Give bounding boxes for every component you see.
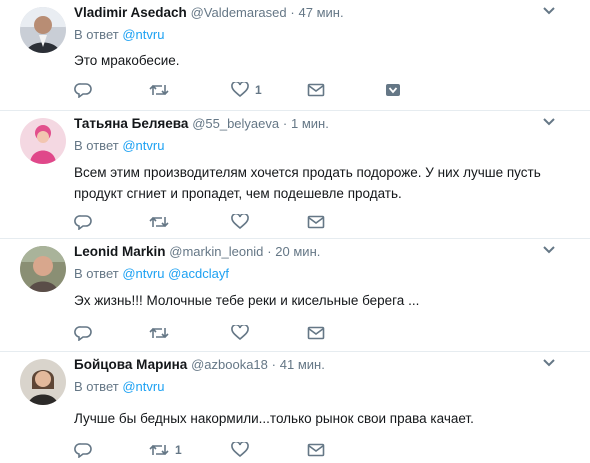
display-name[interactable]: Leonid Markin xyxy=(74,244,166,259)
user-handle[interactable]: @markin_leonid xyxy=(169,244,263,259)
reply-context: В ответ @ntvru xyxy=(74,138,164,153)
chevron-down-icon[interactable] xyxy=(542,245,556,255)
retweet-button[interactable] xyxy=(149,80,175,100)
mention-link[interactable]: @ntvru xyxy=(122,27,164,42)
down-arrow-box-icon xyxy=(386,84,400,96)
chevron-down-icon[interactable] xyxy=(542,358,556,368)
user-handle[interactable]: @Valdemarased xyxy=(191,5,287,20)
retweet-icon xyxy=(149,84,169,96)
tweet[interactable]: Бойцова Марина @azbooka18 · 41 мин. В от… xyxy=(0,352,590,463)
tweet-actions xyxy=(74,212,414,234)
reply-icon xyxy=(74,326,92,341)
envelope-icon xyxy=(307,215,325,229)
retweet-icon xyxy=(149,444,169,456)
reply-icon xyxy=(74,83,92,98)
avatar[interactable] xyxy=(20,7,66,53)
mention-link[interactable]: @ntvru xyxy=(122,379,164,394)
timestamp[interactable]: 47 мин. xyxy=(299,5,344,20)
heart-icon xyxy=(231,325,249,341)
tweet-text: Всем этим производителям хочется продать… xyxy=(74,162,544,204)
reply-button[interactable] xyxy=(74,323,92,343)
reply-button[interactable] xyxy=(74,440,92,460)
user-handle[interactable]: @azbooka18 xyxy=(191,357,268,372)
direct-message-button[interactable] xyxy=(307,80,325,100)
reply-icon xyxy=(74,215,92,230)
reply-icon xyxy=(74,443,92,458)
display-name[interactable]: Татьяна Беляева xyxy=(74,116,188,131)
reply-context: В ответ @ntvru @acdclayf xyxy=(74,266,229,281)
chevron-down-icon[interactable] xyxy=(542,6,556,16)
heart-icon xyxy=(231,214,249,230)
direct-message-button[interactable] xyxy=(307,323,325,343)
tweet-actions xyxy=(74,323,414,345)
tweet-header: Татьяна Беляева @55_belyaeva · 1 мин. xyxy=(74,116,329,131)
tweet-actions: 1 xyxy=(74,80,414,102)
retweet-icon xyxy=(149,216,169,228)
timestamp[interactable]: 20 мин. xyxy=(275,244,320,259)
mention-link[interactable]: @ntvru xyxy=(122,138,164,153)
avatar[interactable] xyxy=(20,118,66,164)
retweet-count: 1 xyxy=(175,443,182,457)
like-button[interactable] xyxy=(231,212,255,232)
envelope-icon xyxy=(307,326,325,340)
reply-button[interactable] xyxy=(74,80,92,100)
mention-link[interactable]: @acdclayf xyxy=(168,266,229,281)
reply-context: В ответ @ntvru xyxy=(74,27,164,42)
separator-dot: · xyxy=(271,357,276,372)
tweet-text: Лучше бы бедных накормили...только рынок… xyxy=(74,411,474,426)
chevron-down-icon[interactable] xyxy=(542,117,556,127)
tweet-text: Это мракобесие. xyxy=(74,53,180,68)
avatar[interactable] xyxy=(20,246,66,292)
retweet-button[interactable]: 1 xyxy=(149,440,182,460)
timestamp[interactable]: 1 мин. xyxy=(291,116,329,131)
reply-label: В ответ xyxy=(74,379,119,394)
envelope-icon xyxy=(307,83,325,97)
like-count: 1 xyxy=(255,83,262,97)
tweet-feed: Vladimir Asedach @Valdemarased · 47 мин.… xyxy=(0,0,590,463)
reply-context: В ответ @ntvru xyxy=(74,379,164,394)
envelope-icon xyxy=(307,443,325,457)
retweet-icon xyxy=(149,327,169,339)
display-name[interactable]: Vladimir Asedach xyxy=(74,5,187,20)
like-button[interactable] xyxy=(231,440,255,460)
tweet-text: Эх жизнь!!! Молочные тебе реки и кисельн… xyxy=(74,293,420,308)
reply-label: В ответ xyxy=(74,138,119,153)
avatar[interactable] xyxy=(20,359,66,405)
tweet-header: Бойцова Марина @azbooka18 · 41 мин. xyxy=(74,357,325,372)
reply-label: В ответ xyxy=(74,27,119,42)
tweet-header: Vladimir Asedach @Valdemarased · 47 мин. xyxy=(74,5,344,20)
display-name[interactable]: Бойцова Марина xyxy=(74,357,187,372)
reply-label: В ответ xyxy=(74,266,119,281)
heart-icon xyxy=(231,82,249,98)
direct-message-button[interactable] xyxy=(307,212,325,232)
like-button[interactable]: 1 xyxy=(231,80,262,100)
separator-dot: · xyxy=(290,5,295,20)
like-button[interactable] xyxy=(231,323,255,343)
save-button[interactable] xyxy=(385,80,401,100)
tweet-header: Leonid Markin @markin_leonid · 20 мин. xyxy=(74,244,320,259)
tweet[interactable]: Leonid Markin @markin_leonid · 20 мин. В… xyxy=(0,239,590,352)
tweet-text-line: Всем этим производителям хочется продать… xyxy=(74,165,541,180)
reply-button[interactable] xyxy=(74,212,92,232)
retweet-button[interactable] xyxy=(149,212,175,232)
tweet[interactable]: Татьяна Беляева @55_belyaeva · 1 мин. В … xyxy=(0,111,590,239)
tweet-text-line: продукт сгниет и пропадет, чем подешевле… xyxy=(74,186,402,201)
separator-dot: · xyxy=(282,116,288,131)
tweet[interactable]: Vladimir Asedach @Valdemarased · 47 мин.… xyxy=(0,0,590,111)
separator-dot: · xyxy=(267,244,272,259)
user-handle[interactable]: @55_belyaeva xyxy=(192,116,279,131)
tweet-actions: 1 xyxy=(74,440,414,462)
heart-icon xyxy=(231,442,249,458)
direct-message-button[interactable] xyxy=(307,440,325,460)
mention-link[interactable]: @ntvru xyxy=(122,266,164,281)
retweet-button[interactable] xyxy=(149,323,175,343)
timestamp[interactable]: 41 мин. xyxy=(280,357,325,372)
